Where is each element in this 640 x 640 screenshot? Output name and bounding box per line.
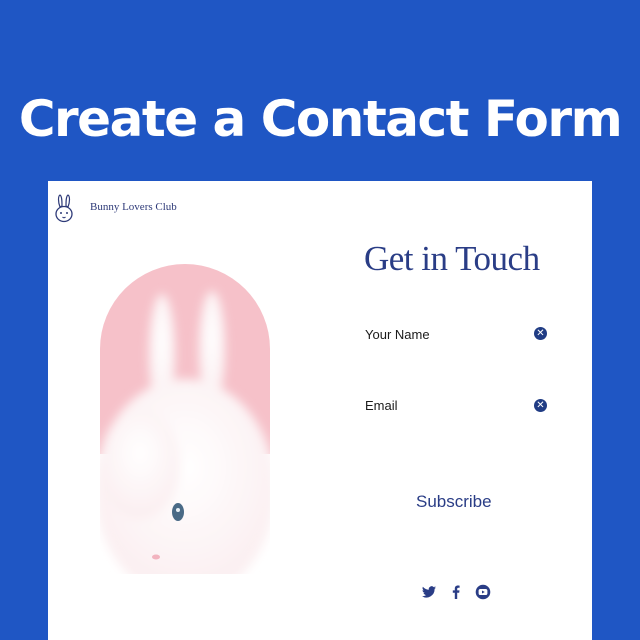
bunny-photo — [100, 264, 270, 574]
twitter-icon[interactable] — [421, 584, 437, 600]
youtube-icon[interactable] — [475, 584, 491, 600]
form-heading: Get in Touch — [364, 239, 540, 278]
close-circle-icon[interactable]: ✕ — [534, 327, 547, 340]
subscribe-button[interactable]: Subscribe — [416, 492, 492, 512]
facebook-icon[interactable] — [448, 584, 464, 600]
email-field-label[interactable]: Email — [365, 398, 398, 413]
contact-form-card: Bunny Lovers Club Get in Touch Your Name… — [48, 181, 592, 640]
close-circle-icon[interactable]: ✕ — [534, 399, 547, 412]
page-title: Create a Contact Form — [18, 89, 623, 148]
bunny-logo-icon[interactable] — [54, 194, 74, 224]
brand-name[interactable]: Bunny Lovers Club — [90, 201, 177, 213]
name-field-label[interactable]: Your Name — [365, 327, 430, 342]
